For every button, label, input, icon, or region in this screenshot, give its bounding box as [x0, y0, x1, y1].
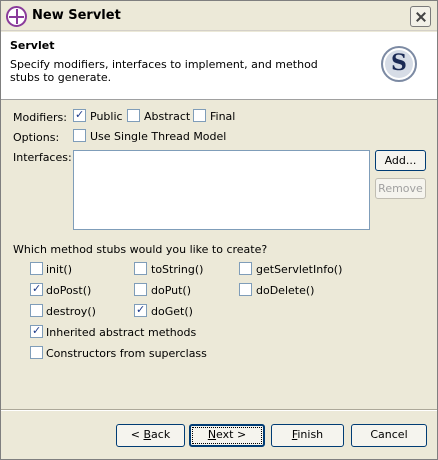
page-title: Servlet	[10, 39, 55, 52]
modifiers-label: Modifiers:	[13, 111, 67, 124]
servlet-icon: S	[381, 46, 417, 82]
dopost-label: doPost()	[46, 284, 92, 297]
eclipse-wizard-icon	[6, 6, 27, 27]
dodelete-label: doDelete()	[256, 284, 315, 297]
tostring-label: toString()	[151, 263, 204, 276]
doget-checkbox[interactable]	[134, 303, 147, 317]
abstract-checkbox[interactable]	[127, 109, 140, 122]
title-bar: New Servlet	[1, 1, 437, 31]
window-title: New Servlet	[32, 8, 121, 23]
cancel-button[interactable]: Cancel	[351, 424, 427, 447]
dodelete-checkbox[interactable]	[239, 283, 252, 296]
getservletinfo-label: getServletInfo()	[256, 263, 343, 276]
doput-checkbox[interactable]	[134, 283, 147, 296]
destroy-checkbox[interactable]	[30, 304, 43, 317]
getservletinfo-checkbox[interactable]	[239, 262, 252, 275]
interfaces-label: Interfaces:	[13, 151, 72, 164]
next-button[interactable]: Next >	[189, 424, 265, 447]
final-label: Final	[210, 110, 236, 123]
inherited-abstract-checkbox[interactable]	[30, 324, 43, 338]
options-label: Options:	[13, 131, 60, 144]
interfaces-list[interactable]	[73, 150, 370, 230]
footer-separator	[1, 409, 437, 411]
public-label: Public	[90, 110, 123, 123]
doput-label: doPut()	[151, 284, 192, 297]
add-interface-button[interactable]: Add...	[375, 150, 426, 171]
finish-button[interactable]: Finish	[271, 424, 344, 447]
single-thread-checkbox[interactable]	[73, 129, 86, 142]
tostring-checkbox[interactable]	[134, 262, 147, 275]
back-button[interactable]: < Back	[116, 424, 185, 447]
abstract-label: Abstract	[144, 110, 191, 123]
method-stubs-question: Which method stubs would you like to cre…	[13, 243, 268, 256]
status-strip	[1, 453, 437, 459]
inherited-abstract-label: Inherited abstract methods	[46, 326, 197, 339]
close-icon[interactable]	[410, 6, 431, 27]
page-description: Specify modifiers, interfaces to impleme…	[10, 58, 318, 84]
doget-label: doGet()	[151, 305, 193, 318]
public-checkbox[interactable]	[73, 108, 86, 122]
dopost-checkbox[interactable]	[30, 282, 43, 296]
wizard-header: Servlet Specify modifiers, interfaces to…	[1, 32, 437, 100]
final-checkbox[interactable]	[193, 109, 206, 122]
constructors-checkbox[interactable]	[30, 346, 43, 359]
constructors-label: Constructors from superclass	[46, 347, 207, 360]
remove-interface-button[interactable]: Remove	[375, 178, 426, 199]
destroy-label: destroy()	[46, 305, 96, 318]
single-thread-label: Use Single Thread Model	[90, 130, 227, 143]
init-label: init()	[46, 263, 72, 276]
init-checkbox[interactable]	[30, 262, 43, 275]
new-servlet-dialog: New Servlet Servlet Specify modifiers, i…	[0, 0, 438, 460]
